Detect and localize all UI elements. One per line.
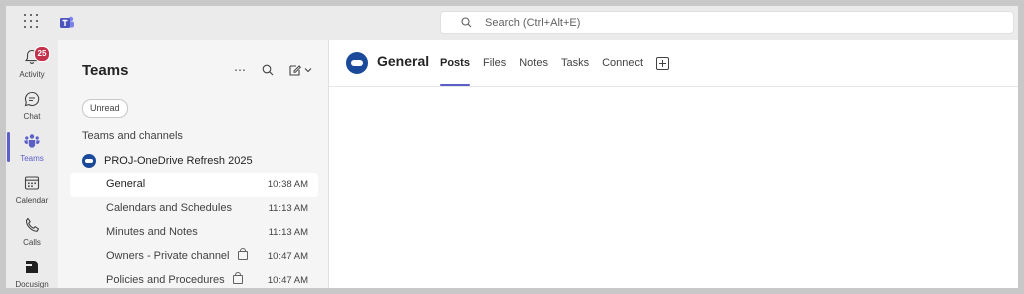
activity-badge: 25	[34, 46, 50, 62]
phone-icon	[25, 217, 40, 232]
channel-name-wrap: Owners - Private channel	[106, 248, 248, 262]
lock-icon	[237, 248, 248, 260]
channel-header: General Posts Files Notes Tasks Connect	[329, 40, 1018, 87]
channel-item-general[interactable]: General 10:38 AM	[70, 173, 318, 197]
tab-connect[interactable]: Connect	[602, 40, 643, 86]
channel-time: 11:13 AM	[268, 227, 308, 238]
search-icon	[461, 17, 472, 28]
rail-label-calls: Calls	[23, 238, 41, 247]
rail-item-chat[interactable]: Chat	[6, 86, 58, 126]
new-item-icon[interactable]	[288, 62, 314, 78]
rail-item-teams[interactable]: Teams	[6, 128, 58, 168]
team-logo-icon	[82, 154, 96, 168]
teams-panel: Teams ⋯ Unread Teams and channels PROJ-O…	[58, 40, 329, 288]
tab-files[interactable]: Files	[483, 40, 506, 86]
tab-posts[interactable]: Posts	[440, 40, 470, 86]
channel-title: General	[377, 53, 430, 69]
lock-icon	[232, 272, 243, 284]
channel-name: General	[106, 178, 146, 190]
channel-tabs: Posts Files Notes Tasks Connect	[440, 40, 670, 86]
team-name: PROJ-OneDrive Refresh 2025	[104, 155, 253, 167]
docusign-icon	[26, 261, 38, 273]
chat-icon	[24, 91, 40, 107]
app-rail: 25 Activity Chat Teams Calendar Calls Do…	[6, 40, 58, 289]
rail-item-calls[interactable]: Calls	[6, 212, 58, 252]
section-teams-and-channels: Teams and channels	[82, 130, 183, 142]
rail-label-calendar: Calendar	[15, 196, 49, 205]
team-proj-onedrive-refresh[interactable]: PROJ-OneDrive Refresh 2025	[82, 152, 253, 170]
channel-item-minutes[interactable]: Minutes and Notes 11:13 AM	[70, 221, 318, 245]
channel-team-logo-icon	[346, 52, 368, 74]
channel-list: General 10:38 AM Calendars and Schedules…	[70, 173, 318, 288]
tab-tasks[interactable]: Tasks	[561, 40, 589, 86]
add-tab-icon[interactable]	[656, 56, 670, 70]
channel-time: 10:38 AM	[267, 179, 308, 190]
channel-name-wrap: Policies and Procedures	[106, 272, 243, 286]
channel-time: 11:13 AM	[268, 203, 308, 214]
app-launcher-icon[interactable]	[24, 14, 40, 30]
channel-item-calendars[interactable]: Calendars and Schedules 11:13 AM	[70, 197, 318, 221]
rail-item-docusign[interactable]: Docusign	[6, 254, 58, 289]
panel-title: Teams	[82, 62, 129, 79]
channel-name: Policies and Procedures	[106, 274, 225, 286]
rail-item-calendar[interactable]: Calendar	[6, 170, 58, 210]
channel-name: Calendars and Schedules	[106, 202, 232, 214]
channel-item-policies[interactable]: Policies and Procedures 10:47 AM	[70, 269, 318, 288]
teams-logo-icon	[60, 16, 74, 28]
more-options-icon[interactable]: ⋯	[232, 62, 248, 78]
title-bar: Search (Ctrl+Alt+E)	[6, 6, 1018, 40]
channel-time: 10:47 AM	[267, 251, 308, 262]
search-input[interactable]: Search (Ctrl+Alt+E)	[440, 11, 1014, 34]
search-icon[interactable]	[260, 62, 276, 78]
panel-actions: ⋯	[232, 62, 314, 78]
unread-filter-chip[interactable]: Unread	[82, 99, 128, 118]
rail-label-activity: Activity	[19, 70, 45, 79]
channel-name: Owners - Private channel	[106, 250, 230, 262]
rail-label-chat: Chat	[23, 112, 41, 121]
rail-label-docusign: Docusign	[15, 280, 49, 289]
teams-window: Search (Ctrl+Alt+E) 25 Activity Chat Tea…	[0, 0, 1024, 294]
channel-time: 10:47 AM	[267, 275, 308, 286]
channel-view: General Posts Files Notes Tasks Connect	[329, 40, 1018, 288]
rail-item-activity[interactable]: 25 Activity	[6, 44, 58, 84]
tab-notes[interactable]: Notes	[519, 40, 548, 86]
search-placeholder: Search (Ctrl+Alt+E)	[485, 17, 581, 29]
channel-name: Minutes and Notes	[106, 226, 198, 238]
channel-item-owners[interactable]: Owners - Private channel 10:47 AM	[70, 245, 318, 269]
teams-icon	[24, 134, 40, 148]
calendar-icon	[24, 176, 40, 190]
rail-label-teams: Teams	[20, 154, 44, 163]
